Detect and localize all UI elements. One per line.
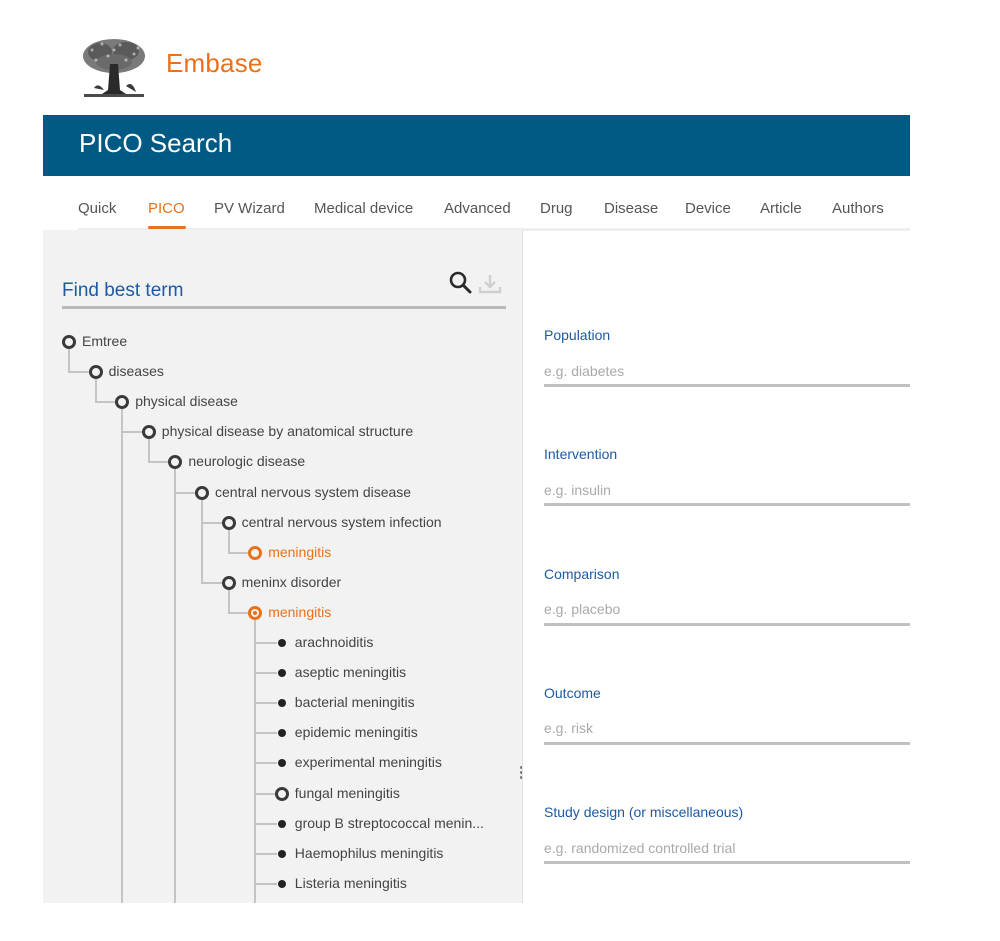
tree-connector-horizontal <box>255 642 277 644</box>
tab-drug[interactable]: Drug <box>540 200 573 217</box>
population-input[interactable] <box>544 357 910 387</box>
tree-connector-horizontal <box>255 762 277 765</box>
tree-connector-horizontal <box>255 672 277 675</box>
tree-connector-horizontal <box>255 852 277 855</box>
tree-connector-vertical <box>68 349 70 374</box>
brand-name: Embase <box>166 48 263 78</box>
intervention-input[interactable] <box>544 476 910 507</box>
tree-item-label[interactable]: diseases <box>109 363 164 379</box>
tree-item-label[interactable]: epidemic meningitis <box>295 724 418 740</box>
find-best-term-title: Find best term <box>62 280 184 301</box>
tree-item-label[interactable]: meninx disorder <box>242 574 342 590</box>
tree-item-label[interactable]: bacterial meningitis <box>295 694 415 710</box>
tree-connector-vertical <box>254 619 257 903</box>
tree-item-label[interactable]: central nervous system infection <box>242 514 442 530</box>
tree-connector-horizontal <box>175 491 197 494</box>
tree-connector-horizontal <box>202 581 224 584</box>
tree-connector-horizontal <box>95 401 118 404</box>
outcome-label: Outcome <box>544 684 601 701</box>
tree-item-label[interactable]: aseptic meningitis <box>295 664 406 680</box>
tree-leaf-bullet-icon <box>277 879 286 888</box>
tree-node-selected-icon[interactable] <box>248 605 263 620</box>
tree-node-circle-icon[interactable] <box>88 365 103 380</box>
tree-leaf-bullet-icon <box>277 639 286 647</box>
elsevier-tree-logo <box>80 36 148 98</box>
tree-connector-horizontal <box>228 551 251 554</box>
tree-connector-horizontal <box>228 611 251 614</box>
tree-leaf-bullet-icon <box>277 669 286 678</box>
page-banner: PICO Search <box>43 115 910 176</box>
tree-connector-horizontal <box>255 732 277 735</box>
tree-connector-horizontal <box>255 792 277 795</box>
tree-item-label[interactable]: physical disease <box>135 393 238 409</box>
active-tab-indicator <box>148 226 186 229</box>
tree-item-label[interactable]: Emtree <box>82 333 127 349</box>
tree-node-circle-icon[interactable] <box>221 515 236 530</box>
panel-resize-handle[interactable] <box>520 766 522 782</box>
tree-leaf-bullet-icon <box>277 699 286 708</box>
tree-connector-horizontal <box>122 431 144 434</box>
find-best-term-underline <box>62 306 506 309</box>
tab-pv-wizard[interactable]: PV Wizard <box>214 200 285 217</box>
comparison-label: Comparison <box>544 565 620 582</box>
find-best-term-panel: Find best term Emtree diseases physical di… <box>43 230 523 903</box>
tree-connector-horizontal <box>255 702 277 705</box>
tree-item-label[interactable]: Haemophilus meningitis <box>295 845 444 861</box>
tree-leaf-bullet-icon <box>277 849 286 858</box>
tree-leaf-bullet-icon <box>277 759 286 768</box>
tree-connector-horizontal <box>202 521 224 524</box>
tab-authors[interactable]: Authors <box>832 200 884 217</box>
page-title: PICO Search <box>79 128 233 158</box>
tab-article[interactable]: Article <box>760 200 802 217</box>
tree-node-circle-icon[interactable] <box>62 335 76 349</box>
tree-connector-vertical <box>174 469 177 903</box>
tree-item-label[interactable]: meningitis <box>268 544 331 560</box>
tree-item-label[interactable]: group B streptococcal menin... <box>295 815 484 831</box>
tree-connector-vertical <box>227 529 230 554</box>
tab-advanced[interactable]: Advanced <box>444 200 511 217</box>
comparison-input[interactable] <box>544 595 910 626</box>
tree-connector-vertical <box>94 379 97 404</box>
search-tabs: Quick PICO PV Wizard Medical device Adva… <box>43 196 910 231</box>
tree-item-label[interactable]: arachnoiditis <box>295 634 374 650</box>
tree-item-label[interactable]: physical disease by anatomical structure <box>162 423 413 439</box>
tree-node-circle-icon[interactable] <box>195 485 209 500</box>
tree-connector-horizontal <box>255 882 277 885</box>
tree-item-label[interactable]: central nervous system disease <box>215 484 411 500</box>
tree-node-circle-icon[interactable] <box>221 575 236 590</box>
download-icon[interactable] <box>477 272 503 296</box>
tab-pico[interactable]: PICO <box>148 200 185 217</box>
tree-item-label[interactable]: Listeria meningitis <box>295 875 407 891</box>
tree-connector-vertical <box>121 409 124 903</box>
tab-medical-device[interactable]: Medical device <box>314 200 413 217</box>
tree-node-circle-icon[interactable] <box>168 455 183 470</box>
tree-leaf-bullet-icon <box>277 729 286 738</box>
tree-item-label[interactable]: fungal meningitis <box>295 785 400 801</box>
tree-connector-horizontal <box>255 822 277 825</box>
outcome-input[interactable] <box>544 714 910 745</box>
intervention-label: Intervention <box>544 446 618 463</box>
tree-item-label[interactable]: meningitis <box>268 604 331 620</box>
tree-connector-vertical <box>227 589 230 614</box>
tree-connector-horizontal <box>69 371 91 374</box>
tree-item-label[interactable]: neurologic disease <box>188 453 305 469</box>
tab-device[interactable]: Device <box>685 200 731 217</box>
tree-connector-horizontal <box>148 461 171 464</box>
tree-connector-vertical <box>201 499 203 584</box>
search-icon[interactable] <box>448 270 474 296</box>
tree-node-circle-icon[interactable] <box>274 786 289 801</box>
tree-node-circle-icon[interactable] <box>141 425 156 440</box>
tab-disease[interactable]: Disease <box>604 200 658 217</box>
study-design-label: Study design (or miscellaneous) <box>544 804 744 821</box>
tree-leaf-bullet-icon <box>277 819 286 828</box>
tree-node-circle-icon[interactable] <box>248 545 263 560</box>
tree-connector-vertical <box>147 439 150 464</box>
population-label: Population <box>544 327 611 343</box>
tree-node-circle-icon[interactable] <box>115 395 130 410</box>
study-design-input[interactable] <box>544 834 910 865</box>
tree-item-label[interactable]: experimental meningitis <box>295 754 442 770</box>
tab-quick[interactable]: Quick <box>78 200 116 217</box>
